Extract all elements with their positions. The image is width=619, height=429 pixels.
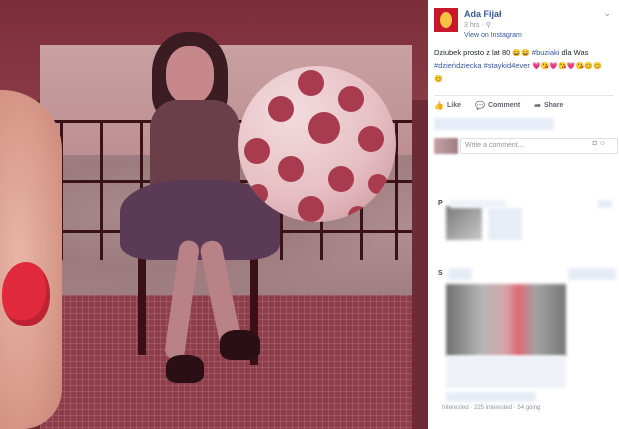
blurred-thumbnail [446, 206, 482, 240]
shoe [166, 355, 204, 383]
comment-button[interactable]: 💬 Comment [475, 101, 520, 110]
post-photo[interactable] [0, 0, 428, 429]
event-stats: Interested · 225 interested · 54 going [442, 405, 541, 411]
post-meta: 3 hrs · ⚲ [464, 22, 491, 29]
blurred-reactions [434, 118, 554, 130]
commenter-avatar [434, 138, 458, 154]
screen: Ada Fijał 3 hrs · ⚲ View on Instagram ⌄ … [0, 0, 619, 429]
share-icon: ➦ [534, 101, 541, 110]
polka-dot-ball [238, 66, 396, 222]
post-time[interactable]: 3 hrs [464, 22, 480, 29]
painted-nail [2, 262, 50, 326]
post-sidebar: Ada Fijał 3 hrs · ⚲ View on Instagram ⌄ … [428, 0, 619, 429]
blurred-event-image [446, 284, 566, 356]
thumbs-up-icon: 👍 [434, 101, 444, 110]
post-text: Dziubek prosto z lat 80 😄😄 #buziaki dla … [434, 48, 602, 83]
share-button[interactable]: ➦ Share [534, 101, 563, 110]
hashtag-link[interactable]: #buziaki [532, 48, 560, 57]
section-label: S [438, 270, 443, 277]
post-actions: 👍 Like 💬 Comment ➦ Share [434, 95, 614, 110]
view-on-instagram-link[interactable]: View on Instagram [464, 32, 522, 39]
chair [138, 255, 146, 355]
globe-icon: ⚲ [485, 22, 491, 29]
like-button[interactable]: 👍 Like [434, 101, 461, 110]
hashtag-link[interactable]: #dzieńdziecka [434, 61, 482, 70]
chevron-down-icon[interactable]: ⌄ [603, 8, 611, 19]
thumb [0, 90, 62, 429]
girl-face [166, 46, 214, 104]
comment-icon: 💬 [474, 101, 485, 110]
author-avatar[interactable] [434, 8, 458, 32]
comment-box: Write a comment... ◘ ☺ [434, 138, 618, 154]
author-name[interactable]: Ada Fijał [464, 9, 502, 19]
hashtag-link[interactable]: #staykid4ever [484, 61, 530, 70]
camera-icon[interactable]: ◘ ☺ [593, 140, 606, 147]
section-label: P [438, 200, 443, 207]
